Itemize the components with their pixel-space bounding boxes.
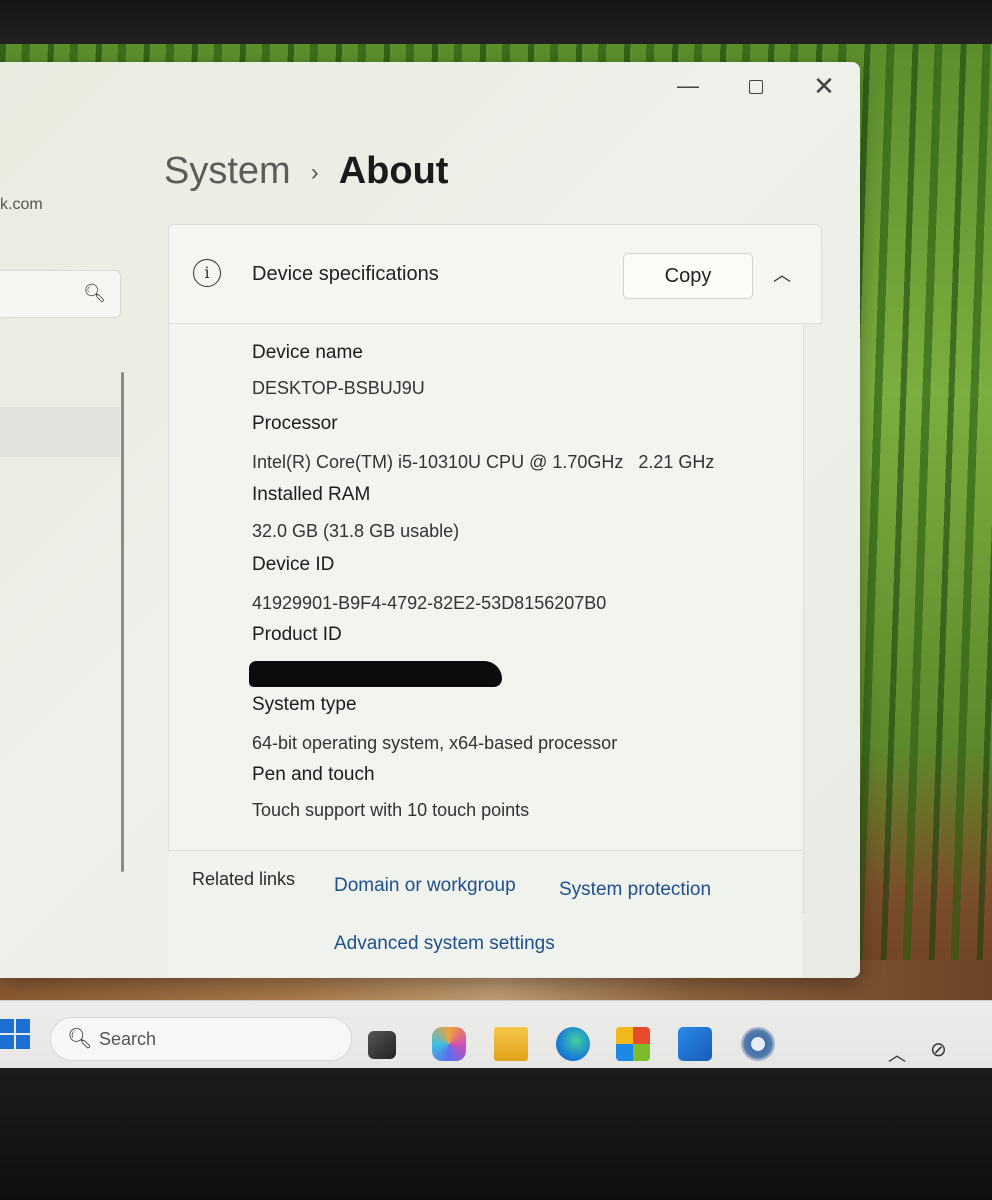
chevron-up-icon[interactable]: ︿ — [773, 261, 791, 287]
spec-label-installed-ram: Installed RAM — [252, 484, 371, 505]
sidebar-item-system[interactable] — [0, 407, 120, 457]
spec-value-installed-ram: 32.0 GB (31.8 GB usable) — [252, 521, 460, 541]
outlook-icon[interactable] — [678, 1027, 712, 1061]
chevron-right-icon: › — [310, 158, 319, 186]
related-links-label: Related links — [192, 869, 296, 889]
spec-value-system-type: 64-bit operating system, x64-based proce… — [252, 733, 618, 753]
spec-value-device-id: 41929901-B9F4-4792-82E2-53D8156207B0 — [252, 593, 607, 613]
close-button[interactable]: ✕ — [800, 72, 848, 100]
maximize-button[interactable] — [732, 72, 780, 100]
breadcrumb: System › About — [164, 150, 448, 193]
system-protection-link[interactable]: System protection — [559, 879, 711, 901]
search-icon: 🔍︎ — [67, 1028, 93, 1050]
device-specifications-list: Device name DESKTOP-BSBUJ9U Processor In… — [168, 324, 804, 913]
search-icon: 🔍︎ — [83, 283, 106, 303]
sidebar-scrollbar[interactable] — [121, 372, 124, 872]
screen-bezel-bottom — [0, 1068, 992, 1200]
spec-label-device-id: Device ID — [252, 554, 335, 575]
device-specifications-title: Device specifications — [252, 263, 439, 285]
copilot-icon[interactable] — [432, 1027, 466, 1061]
settings-icon[interactable] — [741, 1027, 775, 1061]
spec-value-device-name: DESKTOP-BSBUJ9U — [252, 378, 425, 398]
spec-label-system-type: System type — [252, 694, 357, 715]
device-specifications-header[interactable]: i Device specifications Copy ︿ — [168, 224, 822, 324]
maximize-icon — [749, 80, 763, 94]
info-icon: i — [193, 259, 221, 287]
start-button[interactable] — [0, 1019, 32, 1053]
taskbar-search-placeholder: Search — [99, 1029, 157, 1049]
file-explorer-icon[interactable] — [494, 1027, 528, 1061]
spec-label-device-name: Device name — [252, 342, 363, 363]
settings-search-input[interactable]: 🔍︎ — [0, 270, 121, 318]
copy-button[interactable]: Copy — [623, 253, 753, 299]
taskbar-search[interactable]: 🔍︎ Search — [50, 1017, 352, 1061]
network-icon[interactable]: ⊘ — [930, 1037, 947, 1062]
account-email-fragment: k.com — [0, 196, 43, 213]
settings-window: — ✕ k.com 🔍︎ System › About i Device speci… — [0, 62, 860, 978]
spec-value-processor: Intel(R) Core(TM) i5-10310U CPU @ 1.70GH… — [252, 452, 715, 472]
minimize-button[interactable]: — — [664, 72, 712, 100]
advanced-system-settings-link[interactable]: Advanced system settings — [334, 933, 555, 955]
page-title: About — [338, 150, 449, 192]
related-links-section: Related links Domain or workgroup System… — [168, 850, 802, 977]
redacted-product-id — [249, 661, 502, 687]
spec-label-pen-and-touch: Pen and touch — [252, 764, 375, 785]
tray-overflow-icon[interactable]: ︿ — [888, 1041, 906, 1067]
domain-or-workgroup-link[interactable]: Domain or workgroup — [334, 875, 516, 897]
screen-bezel-top — [0, 0, 992, 50]
breadcrumb-system[interactable]: System — [164, 150, 291, 192]
spec-value-pen-and-touch: Touch support with 10 touch points — [252, 800, 530, 820]
store-icon[interactable] — [616, 1027, 650, 1061]
task-view-icon[interactable] — [368, 1031, 396, 1059]
spec-label-processor: Processor — [252, 413, 338, 434]
edge-icon[interactable] — [556, 1027, 590, 1061]
spec-label-product-id: Product ID — [252, 624, 342, 645]
